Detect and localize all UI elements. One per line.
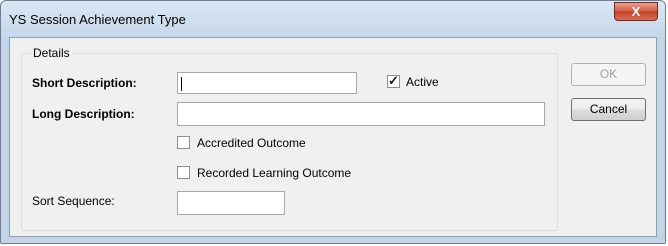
- window-title: YS Session Achievement Type: [9, 12, 186, 27]
- checkmark-icon: ✓: [388, 73, 399, 88]
- cancel-button[interactable]: Cancel: [571, 98, 646, 121]
- sort-sequence-label: Sort Sequence:: [32, 194, 115, 208]
- close-button[interactable]: X: [614, 2, 658, 21]
- long-description-input[interactable]: [177, 102, 545, 126]
- text-caret: [181, 77, 182, 91]
- short-description-label: Short Description:: [32, 76, 137, 90]
- active-checkbox[interactable]: ✓: [387, 73, 400, 88]
- accredited-outcome-checkbox[interactable]: [177, 136, 190, 149]
- recorded-learning-outcome-checkbox[interactable]: [177, 166, 190, 179]
- title-bar[interactable]: YS Session Achievement Type X: [1, 1, 665, 37]
- dialog-client-area: Details Short Description: ✓ Active Long…: [9, 37, 657, 237]
- close-icon: X: [631, 4, 641, 19]
- active-label: Active: [406, 75, 439, 89]
- short-description-input[interactable]: [177, 72, 357, 94]
- details-group-label: Details: [31, 46, 72, 60]
- details-groupbox: Details Short Description: ✓ Active Long…: [21, 46, 558, 231]
- dialog-window: YS Session Achievement Type X Details Sh…: [0, 0, 666, 244]
- ok-button[interactable]: OK: [571, 63, 646, 86]
- recorded-learning-outcome-label: Recorded Learning Outcome: [197, 166, 352, 180]
- accredited-outcome-label: Accredited Outcome: [197, 136, 306, 150]
- long-description-label: Long Description:: [32, 107, 135, 121]
- sort-sequence-input[interactable]: [177, 191, 285, 215]
